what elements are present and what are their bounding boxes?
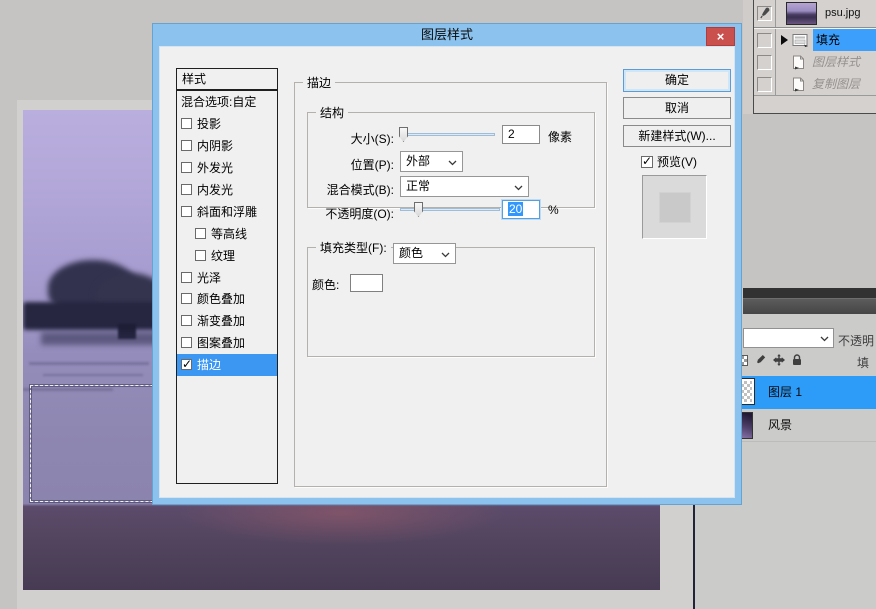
chevron-down-icon: [820, 336, 829, 342]
style-item-gradient-overlay[interactable]: 渐变叠加: [177, 310, 277, 332]
stroke-group-title: 描边: [303, 74, 335, 91]
checkbox-icon[interactable]: [181, 118, 192, 129]
history-state-row[interactable]: 复制图层: [754, 73, 876, 95]
close-button[interactable]: ×: [706, 27, 735, 46]
stroke-group: 描边 结构 大小(S): 2 像素 位置(P): 外部 混合模式(B): 正常 …: [294, 74, 607, 487]
history-brush-icon: [759, 7, 771, 19]
size-label: 大小(S):: [310, 130, 394, 147]
history-source-thumbnail[interactable]: [786, 2, 817, 25]
history-state-label[interactable]: 复制图层: [809, 73, 876, 95]
styles-list: 混合选项:自定 投影 内阴影 外发光 内发光 斜面和浮雕 等高线 纹理 光泽 颜…: [176, 90, 278, 484]
history-source-name[interactable]: psu.jpg: [825, 7, 860, 19]
checkbox-icon[interactable]: [181, 162, 192, 173]
blend-mode-label: 混合模式(B):: [310, 181, 394, 198]
style-item-color-overlay[interactable]: 颜色叠加: [177, 288, 277, 310]
position-dropdown[interactable]: 外部: [400, 151, 463, 172]
checkbox-checked-icon[interactable]: [641, 156, 653, 168]
preview-checkbox-row[interactable]: 预览(V): [641, 153, 697, 170]
opacity-input[interactable]: 20: [502, 200, 540, 219]
layer-style-dialog: 图层样式 × 样式 混合选项:自定 投影 内阴影 外发光 内发光 斜面和浮雕 等…: [152, 23, 742, 505]
layer-name[interactable]: 风景: [768, 409, 792, 442]
photoshop-workspace: { "dialog": { "title": "图层样式", "close": …: [0, 0, 876, 609]
checkbox-icon[interactable]: [181, 272, 192, 283]
lock-pixels-brush-icon[interactable]: [755, 354, 766, 366]
style-item-inner-glow[interactable]: 内发光: [177, 179, 277, 201]
style-item-contour[interactable]: 等高线: [177, 222, 277, 244]
style-item-stroke[interactable]: 描边: [177, 354, 277, 376]
current-state-triangle-icon: [781, 35, 788, 45]
history-panel: psu.jpg 填充 图层样式 复制图层: [743, 0, 876, 114]
style-item-blending-options[interactable]: 混合选项:自定: [177, 91, 277, 113]
water-streak: [43, 374, 143, 376]
style-item-bevel-emboss[interactable]: 斜面和浮雕: [177, 200, 277, 222]
checkbox-icon[interactable]: [181, 206, 192, 217]
checkbox-icon[interactable]: [195, 250, 206, 261]
cancel-button[interactable]: 取消: [623, 97, 731, 119]
fill-type-label: 填充类型(F):: [316, 239, 391, 256]
size-unit: 像素: [548, 128, 572, 145]
history-state-row[interactable]: 填充: [754, 29, 876, 51]
opacity-label: 不透明: [838, 332, 874, 349]
page-icon: [792, 77, 805, 92]
ok-button[interactable]: 确定: [623, 69, 731, 92]
fill-label: 填: [857, 354, 869, 371]
styles-list-header: 样式: [176, 68, 278, 90]
checkbox-icon[interactable]: [181, 293, 192, 304]
checkbox-icon[interactable]: [181, 337, 192, 348]
history-state-row[interactable]: 图层样式: [754, 51, 876, 73]
panel-tab-bar[interactable]: [743, 298, 876, 314]
checkbox-icon[interactable]: [181, 315, 192, 326]
size-input[interactable]: 2: [502, 125, 540, 144]
opacity-unit: %: [548, 203, 559, 217]
chevron-down-icon: [441, 252, 450, 258]
position-label: 位置(P):: [310, 156, 394, 173]
style-preview-thumbnail: [642, 175, 707, 239]
new-style-button[interactable]: 新建样式(W)...: [623, 125, 731, 147]
history-brush-well[interactable]: [754, 0, 776, 27]
history-panel-footer: [754, 95, 876, 113]
color-label: 颜色:: [312, 276, 339, 293]
lock-position-move-icon[interactable]: [773, 354, 785, 366]
size-slider[interactable]: [400, 127, 495, 142]
checkbox-icon[interactable]: [181, 184, 192, 195]
fill-type-group: 填充类型(F): 颜色 颜色:: [307, 239, 595, 357]
style-item-inner-shadow[interactable]: 内阴影: [177, 135, 277, 157]
chevron-down-icon: [514, 185, 523, 191]
style-item-texture[interactable]: 纹理: [177, 244, 277, 266]
dialog-title[interactable]: 图层样式: [153, 24, 741, 46]
blend-mode-dropdown[interactable]: 正常: [400, 176, 529, 197]
layer-name[interactable]: 图层 1: [768, 376, 802, 409]
style-item-satin[interactable]: 光泽: [177, 266, 277, 288]
style-item-pattern-overlay[interactable]: 图案叠加: [177, 332, 277, 354]
preview-label: 预览(V): [657, 153, 697, 170]
history-state-label[interactable]: 填充: [813, 29, 876, 51]
fill-type-dropdown[interactable]: 颜色: [393, 243, 456, 264]
checkbox-icon[interactable]: [181, 140, 192, 151]
history-source-row[interactable]: psu.jpg: [754, 0, 876, 27]
style-item-outer-glow[interactable]: 外发光: [177, 157, 277, 179]
lock-all-icon[interactable]: [792, 354, 802, 366]
chevron-down-icon: [448, 160, 457, 166]
stroke-color-swatch[interactable]: [350, 274, 383, 292]
page-icon: [792, 55, 805, 70]
opacity-slider[interactable]: [400, 202, 500, 217]
style-item-drop-shadow[interactable]: 投影: [177, 113, 277, 135]
fill-state-icon: [792, 33, 809, 47]
opacity-slider-thumb[interactable]: [414, 202, 423, 217]
opacity-label: 不透明度(O):: [310, 205, 394, 222]
structure-group: 结构 大小(S): 2 像素 位置(P): 外部 混合模式(B): 正常 不透明…: [307, 104, 595, 208]
history-state-label[interactable]: 图层样式: [809, 51, 876, 73]
blend-mode-dropdown[interactable]: [743, 328, 834, 348]
panel-header-bar: [743, 288, 876, 298]
water-streak: [29, 362, 149, 365]
checkbox-checked-icon[interactable]: [181, 359, 192, 370]
lock-buttons-row: [737, 352, 802, 368]
checkbox-icon[interactable]: [195, 228, 206, 239]
size-slider-thumb[interactable]: [399, 127, 408, 142]
